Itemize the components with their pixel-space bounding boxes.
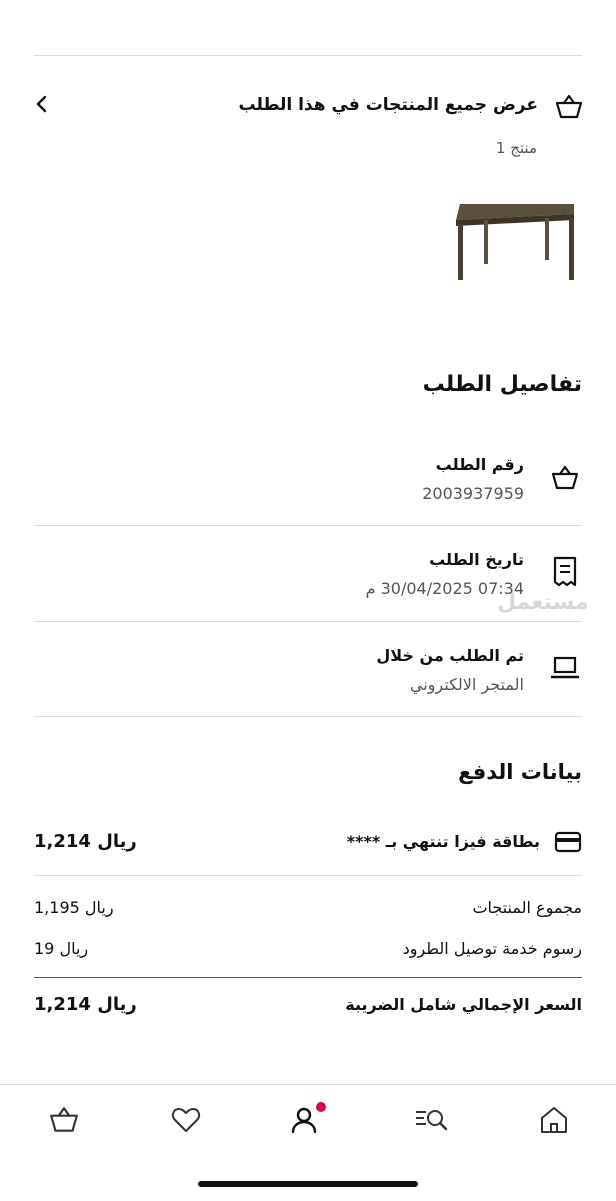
divider	[34, 525, 582, 526]
watermark: مستعمل	[497, 590, 589, 615]
credit-card-icon	[554, 830, 582, 854]
payment-card-row: 1,214 ريال بطاقة فيزا تنتهي بـ ****	[34, 826, 582, 860]
subtotal-label: مجموع المنتجات	[472, 898, 582, 917]
total-row: 1,214 ريال السعر الإجمالي شامل الضريبة	[34, 992, 582, 1022]
laptop-icon	[550, 655, 580, 681]
basket-icon	[550, 463, 580, 493]
card-amount: 1,214 ريال	[34, 831, 137, 852]
product-count: منتج 1	[495, 139, 537, 157]
divider	[34, 716, 582, 717]
view-all-products-row[interactable]: عرض جميع المنتجات في هذا الطلب	[30, 90, 586, 130]
receipt-icon	[552, 556, 578, 588]
home-indicator	[198, 1181, 418, 1187]
product-thumbnail[interactable]	[450, 196, 580, 286]
delivery-label: رسوم خدمة توصيل الطرود	[402, 939, 582, 958]
top-divider	[34, 55, 582, 56]
divider	[34, 621, 582, 622]
search-list-icon[interactable]	[414, 1104, 448, 1136]
order-details-title: تفاصيل الطلب	[422, 372, 582, 397]
notification-badge	[316, 1102, 326, 1112]
order-number-label: رقم الطلب	[435, 455, 524, 474]
basket-icon[interactable]	[48, 1104, 80, 1136]
card-label: بطاقة فيزا تنتهي بـ ****	[346, 832, 540, 851]
total-divider	[34, 977, 582, 978]
delivery-value: 19 ريال	[34, 939, 89, 958]
order-number-value: 2003937959	[422, 484, 524, 503]
basket-icon	[554, 92, 584, 122]
view-all-products-label[interactable]: عرض جميع المنتجات في هذا الطلب	[238, 95, 538, 115]
payment-title: بيانات الدفع	[458, 760, 582, 784]
chevron-left-icon[interactable]	[30, 92, 54, 116]
heart-icon[interactable]	[170, 1104, 202, 1136]
order-channel-label: تم الطلب من خلال	[376, 646, 524, 665]
order-channel-row: تم الطلب من خلال المتجر الالكتروني	[34, 639, 582, 699]
order-channel-value: المتجر الالكتروني	[409, 675, 524, 694]
home-icon[interactable]	[538, 1104, 570, 1136]
order-date-label: تاريخ الطلب	[429, 550, 524, 569]
order-number-row: رقم الطلب 2003937959	[34, 448, 582, 508]
subtotal-row: 1,195 ريال مجموع المنتجات	[34, 896, 582, 922]
subtotal-value: 1,195 ريال	[34, 898, 114, 917]
total-value: 1,214 ريال	[34, 994, 137, 1015]
divider	[34, 875, 582, 876]
total-label: السعر الإجمالي شامل الضريبة	[345, 995, 582, 1014]
delivery-row: 19 ريال رسوم خدمة توصيل الطرود	[34, 937, 582, 963]
